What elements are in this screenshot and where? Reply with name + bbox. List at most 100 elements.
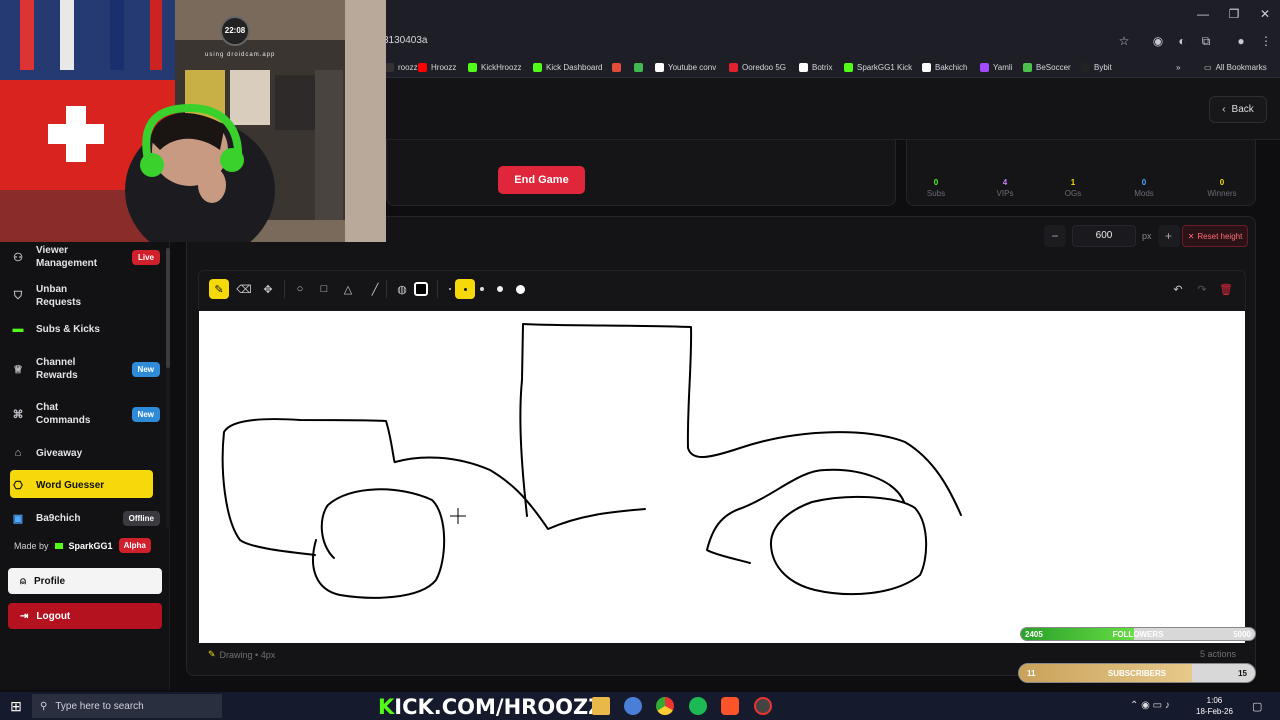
bookmark-item[interactable]: Ooredoo 5G xyxy=(729,60,786,74)
stroke-trailer xyxy=(221,418,646,556)
brush-size-6[interactable] xyxy=(472,279,492,299)
bookmark-item[interactable]: KickHroozz xyxy=(468,60,521,74)
bookmark-label: Hroozz xyxy=(431,62,457,72)
restore-icon[interactable]: ❐ xyxy=(1221,4,1247,24)
close-window-icon[interactable]: ✕ xyxy=(1252,4,1278,24)
status-badge: New xyxy=(131,361,160,377)
taskbar-search[interactable]: ⚲ Type here to search xyxy=(32,694,222,718)
back-button[interactable]: ‹ Back xyxy=(1209,96,1267,123)
sidebar-item-unban-requests[interactable]: ⛉ Unban Requests xyxy=(10,284,160,308)
sidebar-item-giveaway[interactable]: ⌂ Giveaway xyxy=(10,445,160,461)
move-icon[interactable]: ✥ xyxy=(258,279,278,299)
app-icon[interactable] xyxy=(624,697,642,715)
shield-icon: ⛉ xyxy=(13,289,23,302)
bookmark-label: Bakchich xyxy=(935,62,968,72)
pencil-icon[interactable]: ✎ xyxy=(209,279,229,299)
minus-icon[interactable]: − xyxy=(1044,225,1066,247)
menu-icon[interactable]: ⋮ xyxy=(1259,34,1273,48)
chrome-icon[interactable] xyxy=(656,697,674,715)
bookmark-item[interactable]: Hroozz xyxy=(418,60,456,74)
logout-button[interactable]: ⇥ Logout xyxy=(8,603,162,629)
redo-icon[interactable]: ↷ xyxy=(1192,279,1212,299)
search-placeholder: Type here to search xyxy=(55,700,144,712)
bookmark-favicon-icon xyxy=(729,62,738,72)
bookmark-item[interactable] xyxy=(634,60,647,74)
date: 18-Feb-26 xyxy=(1196,707,1233,716)
palette-icon[interactable]: ◍ xyxy=(392,279,412,299)
bookmark-item[interactable] xyxy=(612,60,625,74)
bookmark-favicon-icon xyxy=(1081,62,1090,72)
logout-icon: ⇥ xyxy=(20,610,29,622)
drawing-canvas[interactable] xyxy=(199,311,1245,643)
status-left: ✎ Drawing • 4px xyxy=(208,649,275,660)
tray-icons[interactable]: ⌃ ◉ ▭ ♪ xyxy=(1130,700,1170,711)
status-badge: New xyxy=(131,406,160,422)
more-bookmarks-icon[interactable]: » xyxy=(1176,60,1180,74)
color-swatch-white[interactable] xyxy=(411,279,431,299)
file-explorer-icon[interactable] xyxy=(592,697,610,715)
brush-size-8[interactable] xyxy=(490,279,510,299)
triangle-icon[interactable]: △ xyxy=(338,279,358,299)
bookmark-item[interactable]: SparkGG1 Kick xyxy=(844,60,912,74)
undo-icon[interactable]: ↶ xyxy=(1168,279,1188,299)
trash-icon[interactable]: 🗑 xyxy=(1216,279,1236,299)
sidebar-item-subs-kicks[interactable]: ▬ Subs & Kicks xyxy=(10,321,160,337)
plus-icon[interactable]: + xyxy=(1157,225,1180,247)
bookmark-item[interactable]: Youtube conv xyxy=(655,60,716,74)
sidebar-item-channel-rewards[interactable]: ♕ Channel Rewards New xyxy=(10,355,160,383)
command-icon: ⌘ xyxy=(12,408,24,421)
search-icon: ⚲ xyxy=(40,700,48,712)
bookmark-favicon-icon xyxy=(533,62,542,72)
sidebar-item-label: Channel Rewards xyxy=(36,357,78,381)
bookmark-favicon-icon xyxy=(980,62,989,72)
bookmark-item[interactable]: Bakchich xyxy=(922,60,967,74)
tray-clock[interactable]: 1:06 18-Feb-26 xyxy=(1196,695,1233,717)
bookmark-item[interactable]: Yamli xyxy=(980,60,1012,74)
x-icon: ✕ xyxy=(1187,231,1195,241)
notification-icon[interactable]: ▢ xyxy=(1252,700,1262,713)
scrollbar-thumb[interactable] xyxy=(166,248,170,368)
brave-icon[interactable] xyxy=(721,697,739,715)
bookmark-item[interactable]: roozz xyxy=(385,60,418,74)
bookmark-label: Youtube conv xyxy=(668,62,717,72)
bookmark-favicon-icon xyxy=(385,62,394,72)
followers-label: FOLLOWERS xyxy=(1112,629,1164,639)
sidebar-item-label: Word Guesser xyxy=(36,479,105,491)
minimize-icon[interactable]: — xyxy=(1190,4,1216,24)
all-bookmarks[interactable]: ▭ All Bookmarks xyxy=(1204,60,1267,74)
kick-icon: ▬ xyxy=(12,323,24,335)
spotify-icon[interactable] xyxy=(689,697,707,715)
avatar[interactable]: ● xyxy=(1234,34,1248,48)
bookmark-label: Kick Dashboard xyxy=(546,62,603,72)
circle-icon[interactable]: ○ xyxy=(290,279,310,299)
watermark: using droidcam.app xyxy=(205,52,276,58)
bookmark-item[interactable]: BeSoccer xyxy=(1023,60,1071,74)
end-game-button[interactable]: End Game xyxy=(498,166,585,194)
sidebar-item-viewer-management[interactable]: ⚇ Viewer Management Live xyxy=(10,243,160,271)
square-icon[interactable]: □ xyxy=(314,279,334,299)
made-by-name[interactable]: SparkGG1 xyxy=(69,541,113,551)
profile-button[interactable]: ⍝ Profile xyxy=(8,568,162,594)
stroke-front-wheel xyxy=(769,495,928,596)
bookmark-item[interactable]: Botrix xyxy=(799,60,832,74)
puzzle-icon[interactable]: ⧉ xyxy=(1199,34,1213,48)
bookmark-item[interactable]: Kick Dashboard xyxy=(533,60,602,74)
star-icon[interactable]: ☆ xyxy=(1117,34,1131,48)
bookmark-favicon-icon xyxy=(799,62,808,72)
bookmark-item[interactable]: Bybit xyxy=(1081,60,1112,74)
sidebar-item-chat-commands[interactable]: ⌘ Chat Commands New xyxy=(10,400,160,428)
line-icon[interactable]: ╱ xyxy=(365,279,385,299)
height-input[interactable]: 600 xyxy=(1072,225,1136,247)
extension-icon[interactable]: ◉ xyxy=(1151,34,1165,48)
windows-start-icon[interactable]: ⊞ xyxy=(6,696,26,716)
sidebar-item-ba9chich[interactable]: ▣ Ba9chich Offline xyxy=(10,510,160,526)
eraser-icon[interactable]: ⌫ xyxy=(234,279,254,299)
extension-icon[interactable]: ◐ xyxy=(1175,34,1189,48)
url-text[interactable]: 3130403a xyxy=(383,35,428,46)
brush-size-12[interactable] xyxy=(510,279,530,299)
app-icon[interactable] xyxy=(754,697,772,715)
reset-height-button[interactable]: ✕ Reset height xyxy=(1182,225,1248,247)
bookmark-label: BeSoccer xyxy=(1036,62,1071,72)
profile-label: Profile xyxy=(34,575,66,587)
sidebar-item-word-guesser[interactable]: ⎔ Word Guesser xyxy=(10,477,153,493)
